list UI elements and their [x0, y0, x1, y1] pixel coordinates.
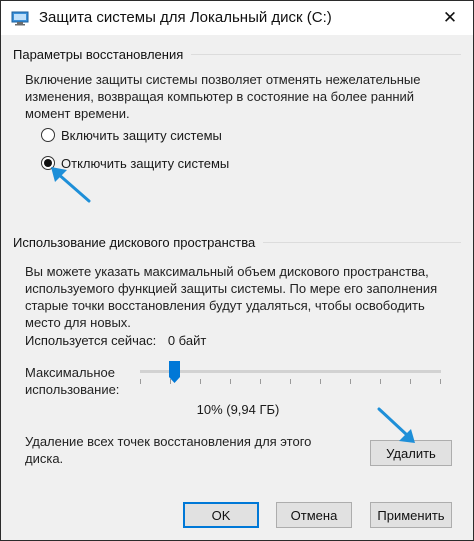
- current-usage-row: Используется сейчас: 0 байт: [25, 333, 206, 348]
- restore-settings-heading: Параметры восстановления: [13, 46, 184, 62]
- annotation-arrow-icon: [51, 167, 91, 203]
- close-icon: ✕: [442, 8, 458, 27]
- divider: [263, 241, 461, 243]
- slider-ticks: [140, 379, 441, 384]
- title-bar: Защита системы для Локальный диск (C:) ✕: [1, 1, 473, 35]
- window-title: Защита системы для Локальный диск (C:): [39, 9, 332, 26]
- ok-button[interactable]: OK: [183, 502, 259, 528]
- current-usage-value: 0 байт: [167, 333, 207, 348]
- close-button[interactable]: ✕: [427, 1, 473, 35]
- max-usage-slider-track[interactable]: [140, 370, 441, 373]
- current-usage-label: Используется сейчас:: [25, 333, 157, 348]
- disk-usage-group-header: Использование дискового пространства: [13, 234, 461, 250]
- radio-enable-label: Включить защиту системы: [61, 127, 222, 143]
- delete-description: Удаление всех точек восстановления для э…: [25, 434, 312, 466]
- divider: [191, 53, 461, 55]
- restore-settings-description: Включение защиты системы позволяет отмен…: [25, 72, 421, 121]
- disk-usage-heading: Использование дискового пространства: [13, 234, 256, 250]
- system-protection-dialog: Защита системы для Локальный диск (C:) ✕…: [0, 0, 474, 541]
- system-protection-icon: [11, 11, 29, 26]
- max-usage-slider-thumb[interactable]: [168, 361, 180, 383]
- restore-settings-group-header: Параметры восстановления: [13, 46, 461, 62]
- apply-button[interactable]: Применить: [370, 502, 452, 528]
- max-usage-label: Максимальное использование:: [25, 365, 120, 397]
- radio-enable-protection[interactable]: Включить защиту системы: [41, 126, 222, 144]
- annotation-arrow-icon: [377, 407, 415, 443]
- disk-usage-description: Вы можете указать максимальный объем дис…: [25, 264, 438, 330]
- radio-button[interactable]: [41, 128, 55, 142]
- cancel-button[interactable]: Отмена: [276, 502, 352, 528]
